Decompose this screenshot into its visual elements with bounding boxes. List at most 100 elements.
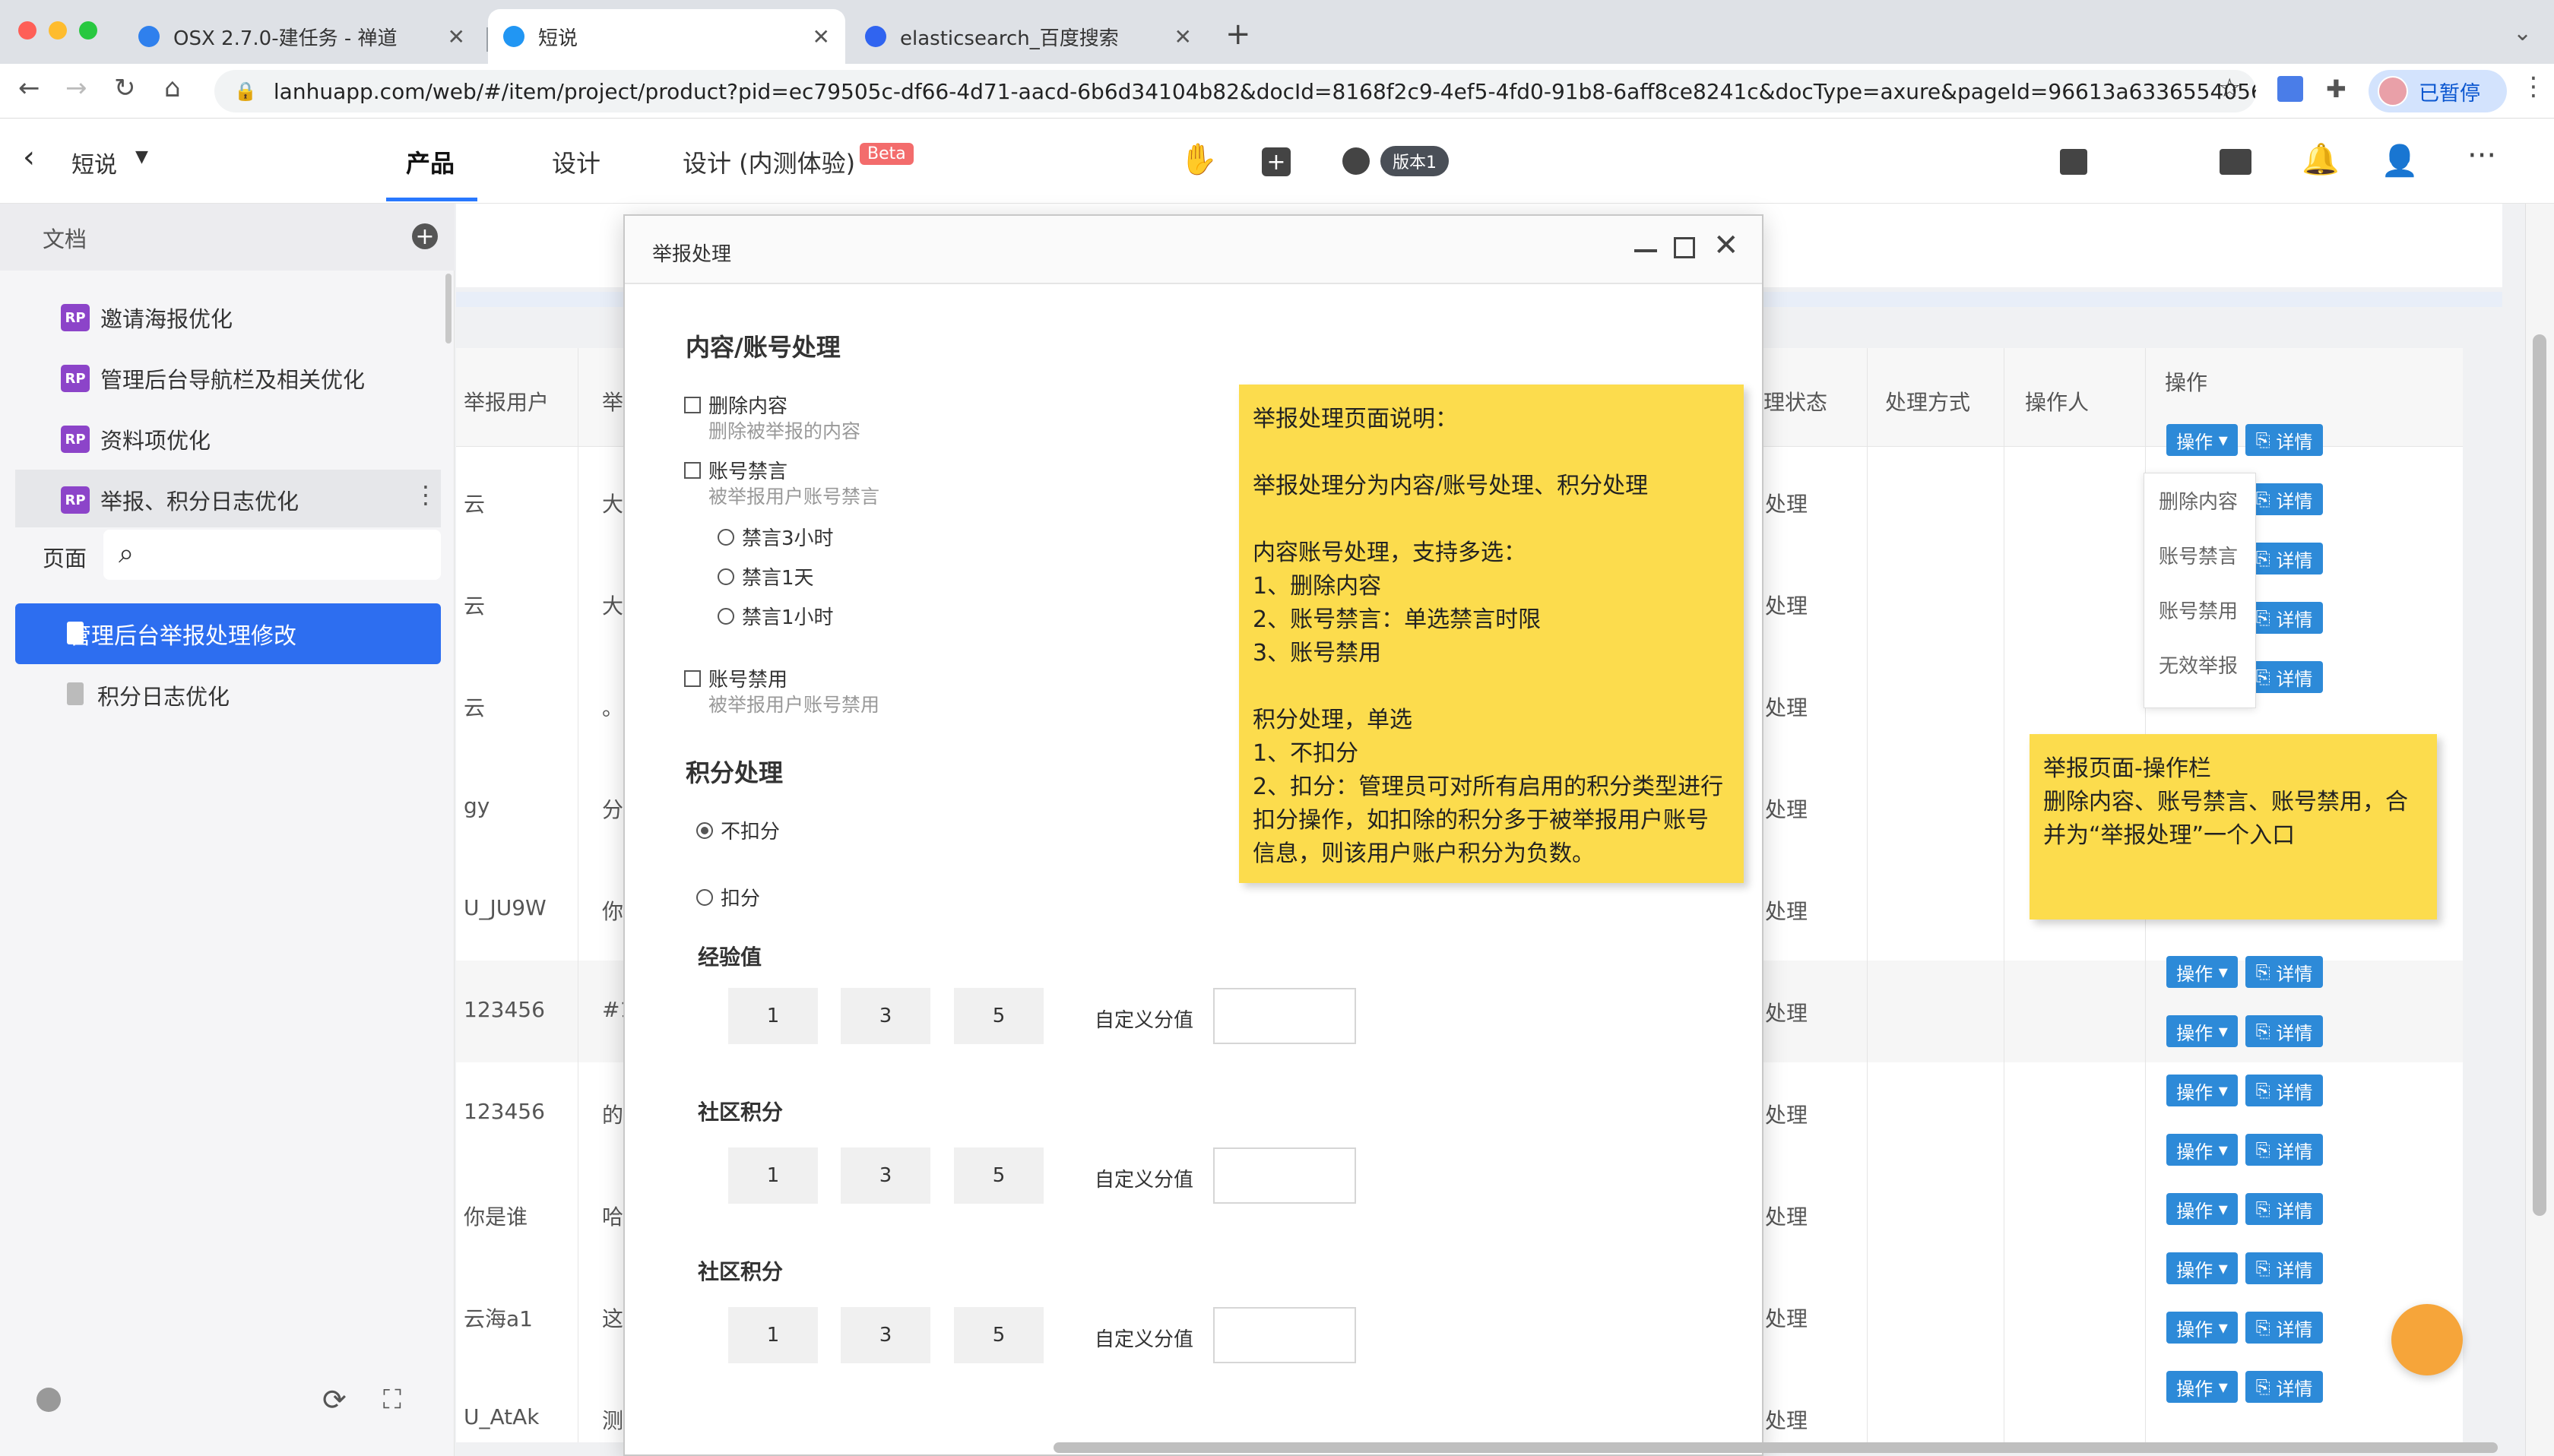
- value-option[interactable]: 1: [728, 988, 818, 1044]
- mute-option-radio[interactable]: 禁言1小时: [718, 602, 834, 630]
- close-window-button[interactable]: [18, 21, 36, 40]
- op-dropdown-button[interactable]: 操作 ▾: [2166, 1075, 2238, 1106]
- checkbox[interactable]: [684, 461, 701, 479]
- page-search-input[interactable]: [103, 530, 441, 580]
- detail-button[interactable]: ⎘ 详情: [2245, 483, 2323, 515]
- detail-button[interactable]: ⎘ 详情: [2245, 1312, 2323, 1344]
- value-option[interactable]: 1: [728, 1307, 818, 1363]
- browser-tab-active[interactable]: 短说 ✕: [488, 9, 845, 64]
- comment-icon[interactable]: [2060, 149, 2087, 175]
- doc-more-icon[interactable]: ⋮: [414, 480, 438, 509]
- translate-extension-icon[interactable]: [2277, 76, 2303, 102]
- doc-item[interactable]: RP 邀请海报优化: [61, 296, 233, 339]
- browser-tab[interactable]: elasticsearch_百度搜索 ✕: [850, 9, 1207, 64]
- op-dropdown-button[interactable]: 操作 ▾: [2166, 1193, 2238, 1225]
- detail-button[interactable]: ⎘ 详情: [2245, 661, 2323, 693]
- home-icon[interactable]: ⌂: [164, 73, 181, 103]
- bookmark-star-icon[interactable]: ☆: [2218, 73, 2241, 103]
- op-dropdown-button[interactable]: 操作 ▾: [2166, 1134, 2238, 1166]
- tab-design[interactable]: 设计: [552, 144, 600, 179]
- custom-value-input[interactable]: [1213, 1147, 1356, 1204]
- mute-option-radio[interactable]: 禁言3小时: [718, 523, 834, 551]
- checkbox[interactable]: [684, 396, 701, 413]
- minimize-window-button[interactable]: [49, 21, 67, 40]
- bell-icon[interactable]: 🔔: [2302, 141, 2340, 177]
- detail-button[interactable]: ⎘ 详情: [2245, 1134, 2323, 1166]
- more-icon[interactable]: ···: [2467, 138, 2496, 173]
- maximize-icon[interactable]: [1674, 237, 1695, 258]
- horizontal-scroll-thumb[interactable]: [1054, 1442, 2498, 1453]
- tab-design-beta[interactable]: 设计 (内测体验): [683, 144, 855, 179]
- value-option[interactable]: 5: [954, 1307, 1044, 1363]
- sync-icon[interactable]: ⟳: [322, 1383, 347, 1416]
- page-item[interactable]: 积分日志优化: [97, 679, 230, 711]
- add-doc-icon[interactable]: +: [412, 223, 438, 250]
- value-option[interactable]: 5: [954, 1147, 1044, 1204]
- fullscreen-icon[interactable]: ⛶: [383, 1385, 401, 1415]
- detail-button[interactable]: ⎘ 详情: [2245, 1252, 2323, 1284]
- customer-support-icon[interactable]: [2391, 1304, 2463, 1375]
- detail-button[interactable]: ⎘ 详情: [2245, 1371, 2323, 1403]
- radio[interactable]: [696, 821, 713, 839]
- tab-search-chevron-icon[interactable]: ⌄: [2513, 20, 2532, 46]
- extensions-puzzle-icon[interactable]: ✚: [2326, 74, 2346, 103]
- url-bar[interactable]: 🔒 lanhuapp.com/web/#/item/project/produc…: [214, 70, 2256, 112]
- doc-item[interactable]: RP 管理后台导航栏及相关优化: [61, 357, 365, 400]
- forward-arrow-icon[interactable]: →: [65, 73, 87, 103]
- back-arrow-icon[interactable]: ←: [18, 73, 40, 103]
- ban-checkbox[interactable]: 账号禁用: [684, 664, 787, 692]
- value-option[interactable]: 3: [841, 1307, 930, 1363]
- op-dropdown-button[interactable]: 操作 ▾: [2166, 424, 2238, 456]
- doc-item[interactable]: RP 举报、积分日志优化: [61, 479, 299, 521]
- browser-menu-icon[interactable]: ⋮: [2521, 71, 2546, 102]
- hand-tool-icon[interactable]: ✋: [1180, 141, 1218, 177]
- detail-button[interactable]: ⎘ 详情: [2245, 424, 2323, 456]
- value-option[interactable]: 5: [954, 988, 1044, 1044]
- detail-button[interactable]: ⎘ 详情: [2245, 1015, 2323, 1047]
- checkbox[interactable]: [684, 669, 701, 687]
- custom-value-input[interactable]: [1213, 988, 1356, 1044]
- maximize-window-button[interactable]: [79, 21, 97, 40]
- detail-button[interactable]: ⎘ 详情: [2245, 1075, 2323, 1106]
- custom-value-input[interactable]: [1213, 1307, 1356, 1363]
- tab-product[interactable]: 产品: [406, 144, 455, 179]
- menu-item-delete-content[interactable]: 删除内容: [2159, 486, 2238, 514]
- detail-button[interactable]: ⎘ 详情: [2245, 956, 2323, 988]
- delete-content-checkbox[interactable]: 删除内容: [684, 391, 787, 419]
- op-dropdown-button[interactable]: 操作 ▾: [2166, 1312, 2238, 1344]
- deduct-radio[interactable]: 扣分: [696, 883, 760, 911]
- new-tab-plus-icon[interactable]: +: [1225, 17, 1251, 52]
- menu-item-ban[interactable]: 账号禁用: [2159, 596, 2238, 624]
- close-tab-icon[interactable]: ✕: [1174, 24, 1192, 49]
- mute-checkbox[interactable]: 账号禁言: [684, 456, 787, 484]
- project-name[interactable]: 短说: [71, 146, 117, 179]
- detail-button[interactable]: ⎘ 详情: [2245, 602, 2323, 634]
- doc-item[interactable]: RP 资料项优化: [61, 418, 211, 461]
- op-dropdown-button[interactable]: 操作 ▾: [2166, 1015, 2238, 1047]
- menu-item-mute[interactable]: 账号禁言: [2159, 541, 2238, 569]
- add-comment-icon[interactable]: +: [1262, 147, 1291, 176]
- no-deduct-radio[interactable]: 不扣分: [696, 816, 780, 844]
- op-dropdown-button[interactable]: 操作 ▾: [2166, 1371, 2238, 1403]
- mute-option-radio[interactable]: 禁言1天: [718, 562, 814, 590]
- folder-icon[interactable]: [2220, 149, 2251, 175]
- minimize-icon[interactable]: [1634, 249, 1657, 252]
- detail-button[interactable]: ⎘ 详情: [2245, 1193, 2323, 1225]
- radio[interactable]: [718, 568, 734, 585]
- browser-tab[interactable]: OSX 2.7.0-建任务 - 禅道 ✕: [123, 9, 480, 64]
- detail-button[interactable]: ⎘ 详情: [2245, 543, 2323, 574]
- close-icon[interactable]: ✕: [1713, 228, 1739, 263]
- value-option[interactable]: 3: [841, 988, 930, 1044]
- history-clock-icon[interactable]: [1342, 147, 1370, 175]
- reload-icon[interactable]: ↻: [114, 73, 136, 103]
- op-dropdown-button[interactable]: 操作 ▾: [2166, 1252, 2238, 1284]
- version-badge[interactable]: 版本1: [1380, 146, 1449, 176]
- profile-button[interactable]: 已暂停: [2369, 70, 2507, 112]
- close-tab-icon[interactable]: ✕: [813, 24, 830, 49]
- value-option[interactable]: 3: [841, 1147, 930, 1204]
- add-user-icon[interactable]: 👤: [2381, 143, 2419, 179]
- value-option[interactable]: 1: [728, 1147, 818, 1204]
- notification-icon[interactable]: [36, 1388, 61, 1412]
- radio[interactable]: [718, 607, 734, 625]
- back-chevron-icon[interactable]: ‹: [23, 140, 35, 175]
